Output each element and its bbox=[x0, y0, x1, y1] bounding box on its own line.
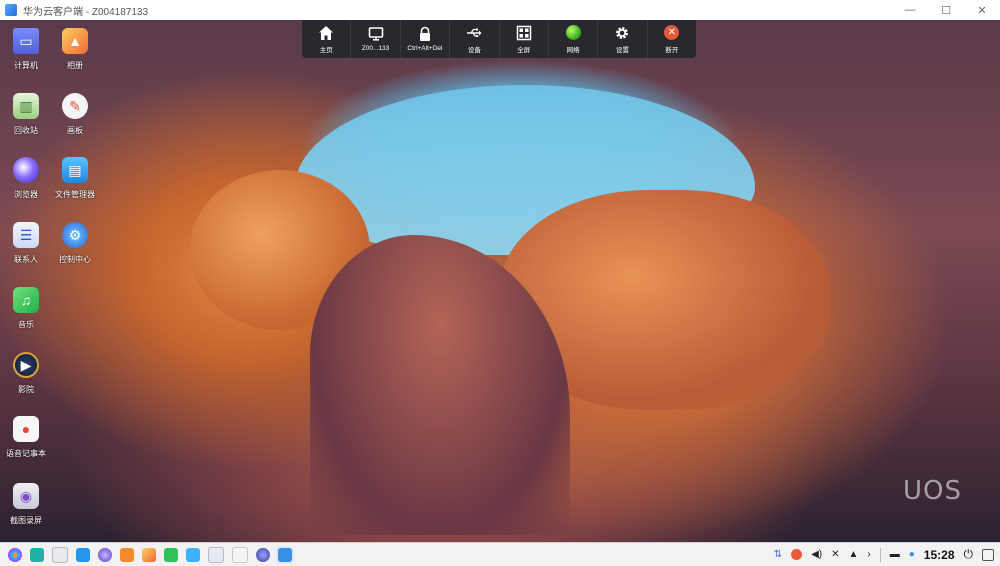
launcher-icon[interactable] bbox=[8, 547, 22, 562]
taskbar-clock[interactable]: 15:28 bbox=[924, 548, 955, 562]
computer-icon: ▭ bbox=[13, 28, 39, 54]
app-logo-icon bbox=[5, 4, 17, 16]
desktop-icon-label: 文件管理器 bbox=[55, 190, 95, 199]
active-window-taskbar-item[interactable] bbox=[276, 545, 294, 564]
desktop-icon-music[interactable]: ♫ 音乐 bbox=[1, 287, 51, 330]
desktop-icon-voice-notes[interactable]: ● 语音记事本 bbox=[1, 416, 51, 459]
toolbar-label: 全屏 bbox=[517, 46, 531, 54]
desktop-icon-photos[interactable]: ▲ 相册 bbox=[50, 28, 100, 71]
toolbar-label: 设置 bbox=[615, 46, 629, 54]
desktop-icon-drawing-board[interactable]: ✎ 画板 bbox=[50, 93, 100, 136]
fullscreen-icon bbox=[516, 25, 532, 41]
close-button[interactable]: ✕ bbox=[964, 0, 1000, 20]
gear-icon bbox=[614, 25, 630, 41]
file-manager-taskbar-icon[interactable] bbox=[76, 547, 90, 562]
toolbar-fullscreen-button[interactable]: 全屏 bbox=[500, 20, 549, 58]
toolbar-network-button[interactable]: 网络 bbox=[549, 20, 599, 58]
desktop-icon-computer[interactable]: ▭ 计算机 bbox=[1, 28, 51, 71]
disconnect-icon: ✕ bbox=[664, 25, 680, 41]
cloud-client-taskbar-icon bbox=[278, 547, 292, 562]
desktop-icon-label: 音乐 bbox=[18, 320, 34, 329]
toolbar-label: Z00...133 bbox=[361, 45, 390, 52]
screenshot-icon: ◉ bbox=[13, 483, 39, 509]
desktop-icon-control-center[interactable]: ⚙ 控制中心 bbox=[50, 222, 100, 265]
remote-session-toolbar: 主页 Z00...133 Ctrl+Alt+Del 设备 全屏 网络 设置 ✕ bbox=[302, 20, 696, 58]
toolbar-label: 主页 bbox=[319, 46, 333, 54]
desktop-icon-trash[interactable]: ▥ 回收站 bbox=[1, 93, 51, 136]
notification-bell-icon[interactable]: ▲ bbox=[849, 549, 859, 560]
control-center-taskbar-icon[interactable] bbox=[256, 547, 270, 562]
toolbar-label: 网络 bbox=[566, 46, 580, 54]
show-desktop-icon[interactable] bbox=[52, 546, 68, 563]
desktop-icon-label: 截图录屏 bbox=[10, 516, 42, 525]
browser-taskbar-icon[interactable] bbox=[98, 547, 112, 562]
antivirus-icon[interactable] bbox=[791, 549, 803, 560]
desktop-icon-browser[interactable]: 浏览器 bbox=[1, 157, 51, 200]
window-titlebar: 华为云客户端 - Z004187133 — ☐ ✕ bbox=[0, 0, 1000, 21]
network-status-icon bbox=[565, 25, 581, 41]
desktop-icon-contacts[interactable]: ☰ 联系人 bbox=[1, 222, 51, 265]
toolbar-label: 断开 bbox=[665, 46, 679, 54]
tray-expand-chevron-icon[interactable]: › bbox=[867, 549, 870, 560]
toolbar-label: Ctrl+Alt+Del bbox=[407, 45, 443, 52]
toolbar-ctrl-alt-del-button[interactable]: Ctrl+Alt+Del bbox=[401, 20, 451, 58]
volume-icon[interactable]: ◀) bbox=[811, 549, 822, 560]
tray-divider bbox=[879, 547, 881, 562]
toolbar-devices-button[interactable]: 设备 bbox=[450, 20, 500, 58]
desktop-icon-label: 影院 bbox=[18, 385, 34, 394]
cloud-status-icon[interactable]: ● bbox=[909, 549, 915, 560]
music-taskbar-icon[interactable] bbox=[164, 547, 178, 562]
power-icon[interactable]: ⏻ bbox=[964, 547, 974, 562]
desktop-icon-label: 浏览器 bbox=[14, 190, 38, 199]
taskbar: ⇅ ◀) ✕ ▲ › ▬ ● 15:28 ⏻ bbox=[0, 542, 1000, 566]
minimize-button[interactable]: — bbox=[892, 0, 928, 20]
file-manager-icon: ▤ bbox=[62, 157, 88, 183]
movie-icon: ▶ bbox=[13, 352, 39, 378]
desktop-icon-label: 控制中心 bbox=[59, 255, 91, 264]
photos-taskbar-icon[interactable] bbox=[142, 547, 156, 562]
desktop-icon-label: 语音记事本 bbox=[6, 449, 46, 458]
desktop-icon-screenshot[interactable]: ◉ 截图录屏 bbox=[1, 483, 51, 526]
uos-watermark: UOS bbox=[903, 476, 962, 506]
keyboard-layout-icon[interactable]: ▬ bbox=[890, 549, 900, 560]
text-editor-icon[interactable] bbox=[208, 546, 224, 563]
movie-taskbar-icon[interactable] bbox=[186, 547, 200, 562]
toolbar-settings-button[interactable]: 设置 bbox=[598, 20, 648, 58]
calendar-icon[interactable] bbox=[232, 546, 248, 563]
notification-center-icon[interactable] bbox=[982, 548, 994, 561]
monitor-icon bbox=[368, 26, 384, 42]
toolbar-desktop-button[interactable]: Z00...133 bbox=[351, 20, 401, 58]
desktop-icon-file-manager[interactable]: ▤ 文件管理器 bbox=[50, 157, 100, 200]
desktop-icon-label: 相册 bbox=[67, 61, 83, 70]
desktop-icon-movie[interactable]: ▶ 影院 bbox=[1, 352, 51, 395]
multitask-view-icon[interactable] bbox=[30, 547, 44, 562]
desktop-wallpaper: UOS bbox=[0, 20, 1000, 542]
drawing-board-icon: ✎ bbox=[62, 93, 88, 119]
voice-notes-icon: ● bbox=[13, 416, 39, 442]
window-controls: — ☐ ✕ bbox=[892, 0, 1000, 20]
desktop-icon-label: 画板 bbox=[67, 126, 83, 135]
control-center-icon: ⚙ bbox=[62, 222, 88, 248]
usb-icon bbox=[466, 25, 482, 41]
app-store-icon[interactable] bbox=[120, 547, 134, 562]
system-tray: ⇅ ◀) ✕ ▲ › ▬ ● 15:28 ⏻ bbox=[774, 543, 994, 566]
desktop-icon-label: 计算机 bbox=[14, 61, 38, 70]
lock-icon bbox=[417, 26, 433, 42]
desktop-icon-label: 联系人 bbox=[14, 255, 38, 264]
trash-icon: ▥ bbox=[13, 93, 39, 119]
browser-icon bbox=[13, 157, 39, 183]
music-icon: ♫ bbox=[13, 287, 39, 313]
contacts-icon: ☰ bbox=[13, 222, 39, 248]
toolbar-disconnect-button[interactable]: ✕ 断开 bbox=[648, 20, 696, 58]
network-tray-icon[interactable]: ✕ bbox=[831, 549, 839, 560]
toolbar-label: 设备 bbox=[467, 46, 481, 54]
input-method-icon[interactable]: ⇅ bbox=[774, 549, 782, 560]
home-icon bbox=[318, 25, 334, 41]
desktop-icon-label: 回收站 bbox=[14, 126, 38, 135]
window-title: 华为云客户端 - Z004187133 bbox=[23, 6, 149, 18]
toolbar-home-button[interactable]: 主页 bbox=[302, 20, 352, 58]
photos-icon: ▲ bbox=[62, 28, 88, 54]
maximize-button[interactable]: ☐ bbox=[928, 0, 964, 20]
